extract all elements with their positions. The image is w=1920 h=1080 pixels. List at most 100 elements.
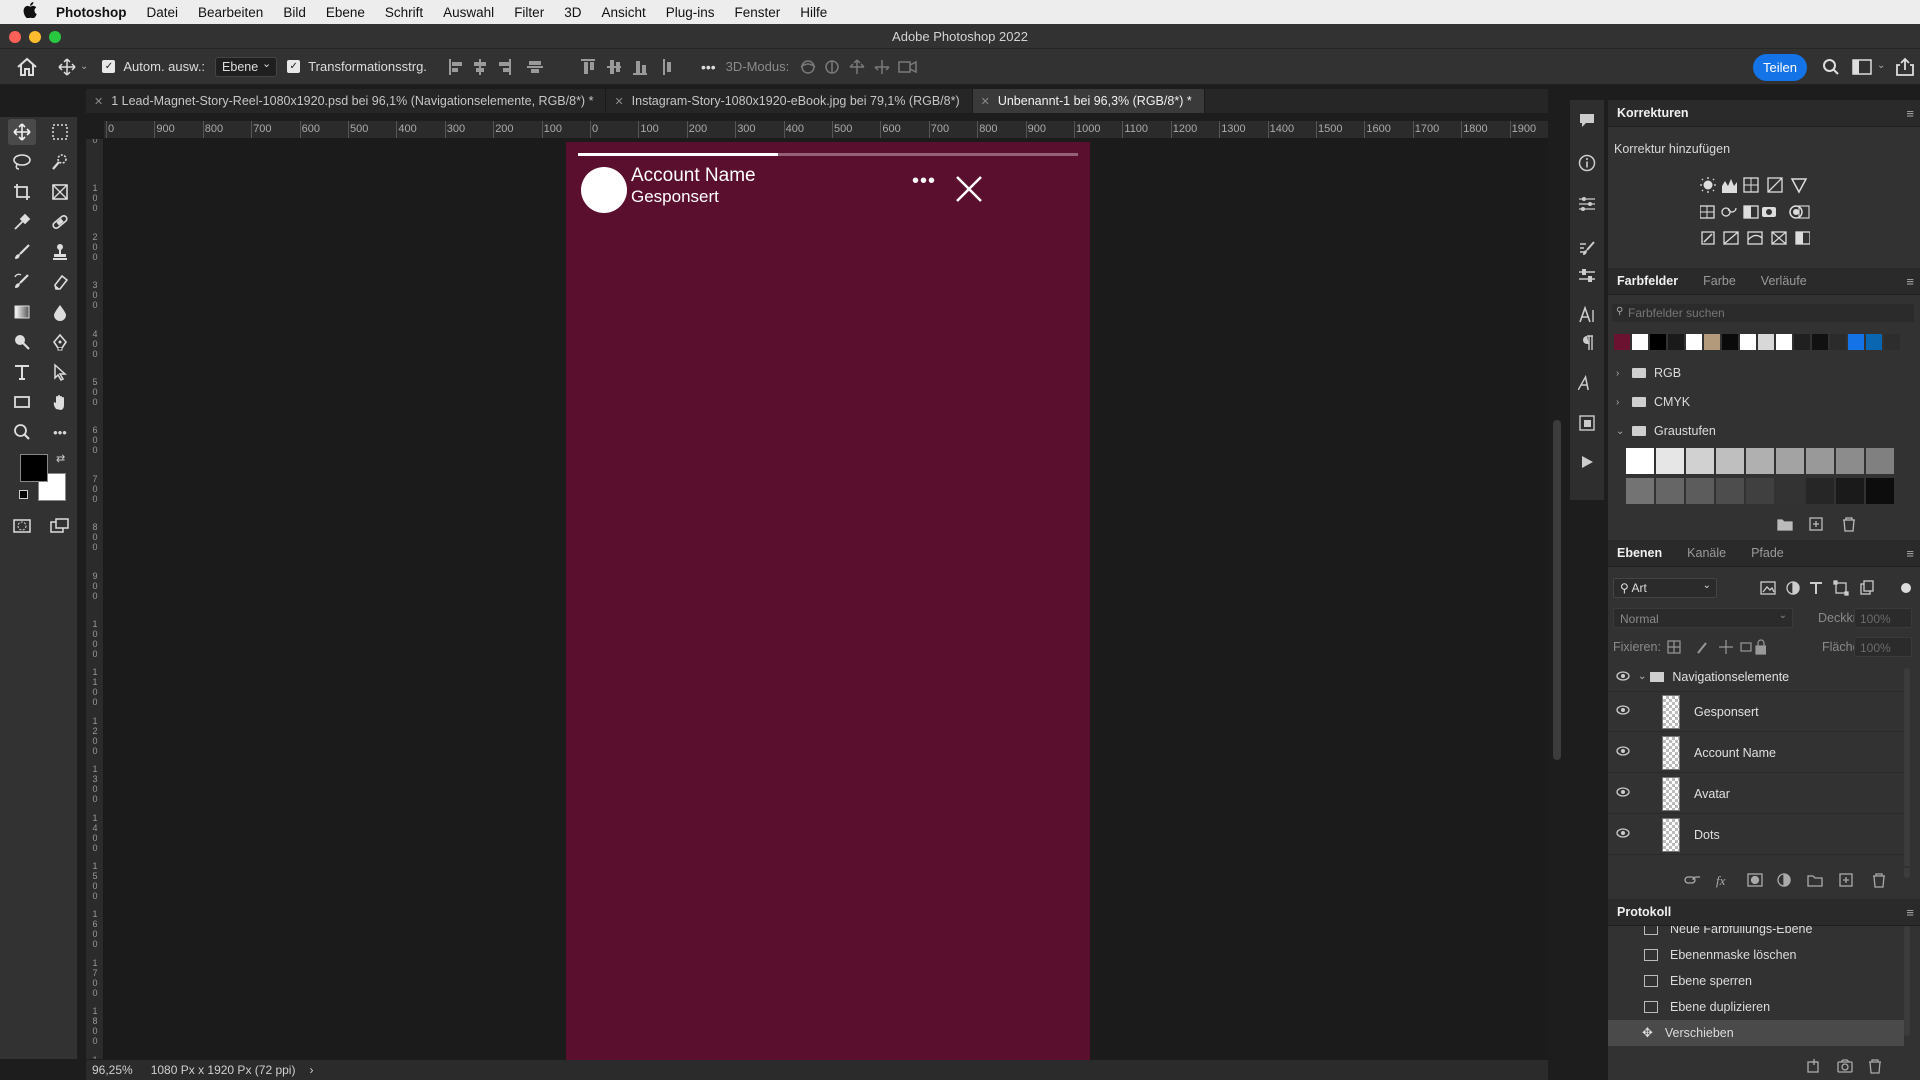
gray-swatch[interactable]	[1836, 478, 1864, 504]
panel-menu-icon[interactable]: ≡	[1906, 905, 1914, 920]
tab-farbfelder[interactable]: Farbfelder	[1617, 274, 1678, 288]
frame-tool[interactable]	[46, 179, 74, 205]
swatch-folder-cmyk[interactable]: › CMYK	[1616, 395, 1690, 409]
screen-mode-icon[interactable]	[46, 513, 74, 539]
history-item[interactable]: Ebene sperren	[1608, 968, 1904, 994]
gray-swatch[interactable]	[1806, 478, 1834, 504]
korrekturen-tab[interactable]: Korrekturen	[1617, 106, 1689, 120]
home-icon[interactable]	[16, 57, 38, 77]
color-swatch[interactable]	[1794, 334, 1810, 350]
vertical-scrollbar[interactable]	[1553, 420, 1561, 760]
history-item-current[interactable]: ✥ Verschieben	[1608, 1020, 1904, 1046]
color-swatch[interactable]	[1650, 334, 1666, 350]
share-icon[interactable]	[1895, 57, 1915, 80]
menu-ansicht[interactable]: Ansicht	[601, 5, 645, 20]
gray-swatch[interactable]	[1626, 478, 1654, 504]
quick-mask-icon[interactable]	[8, 513, 36, 539]
blur-tool[interactable]	[46, 299, 74, 325]
gray-swatch[interactable]	[1656, 448, 1684, 474]
gray-swatch[interactable]	[1746, 478, 1774, 504]
color-swatch[interactable]	[1812, 334, 1828, 350]
menu-photoshop[interactable]: Photoshop	[56, 5, 127, 20]
gray-swatch[interactable]	[1866, 448, 1894, 474]
panel-menu-icon[interactable]: ≡	[1906, 106, 1914, 121]
align-left-icon[interactable]	[448, 58, 557, 75]
menu-hilfe[interactable]: Hilfe	[800, 5, 827, 20]
visibility-eye-icon[interactable]	[1608, 705, 1638, 718]
color-swatch[interactable]	[1632, 334, 1648, 350]
gray-swatch[interactable]	[1686, 448, 1714, 474]
menu-3d[interactable]: 3D	[564, 5, 581, 20]
dodge-tool[interactable]	[8, 329, 36, 355]
color-swatch[interactable]	[1848, 334, 1864, 350]
menu-filter[interactable]: Filter	[514, 5, 544, 20]
gray-swatch[interactable]	[1656, 478, 1684, 504]
crop-tool[interactable]	[8, 179, 36, 205]
color-swatch[interactable]	[1668, 334, 1684, 350]
default-colors-icon[interactable]	[19, 490, 28, 499]
eyedropper-tool[interactable]	[8, 209, 36, 235]
layer-item[interactable]: Dots	[1608, 815, 1904, 855]
swatches-search[interactable]: ⚲	[1612, 304, 1914, 322]
gray-swatch[interactable]	[1836, 448, 1864, 474]
color-swatch[interactable]	[1686, 334, 1702, 350]
rectangle-tool[interactable]	[8, 389, 36, 415]
panel-menu-icon[interactable]: ≡	[1906, 546, 1914, 561]
workspace-icon[interactable]	[1852, 59, 1872, 78]
link-layers-icon[interactable]: fx	[1684, 872, 1908, 888]
layer-group-navigationselemente[interactable]: ⌄ Navigationselemente	[1608, 662, 1904, 692]
gray-swatch[interactable]	[1686, 478, 1714, 504]
foreground-color-front[interactable]	[20, 454, 48, 482]
color-swatch[interactable]	[1830, 334, 1846, 350]
auto-select-target-dropdown[interactable]: Ebene	[215, 56, 278, 77]
workspace-chevron-icon[interactable]: ⌄	[1877, 60, 1885, 71]
visibility-eye-icon[interactable]	[1608, 670, 1638, 684]
menu-schrift[interactable]: Schrift	[385, 5, 423, 20]
comments-icon[interactable]	[1577, 112, 1597, 132]
menu-auswahl[interactable]: Auswahl	[443, 5, 494, 20]
swatch-folder-graustufen[interactable]: ⌄ Graustufen	[1616, 424, 1716, 438]
new-document-from-state-icon[interactable]	[1806, 1058, 1906, 1074]
gray-swatch[interactable]	[1806, 448, 1834, 474]
marquee-tool[interactable]	[46, 119, 74, 145]
share-button[interactable]: Teilen	[1753, 54, 1807, 81]
gradient-tool[interactable]	[8, 299, 36, 325]
play-actions-icon[interactable]	[1577, 454, 1597, 474]
tab-lead-magnet[interactable]: ✕ 1 Lead-Magnet-Story-Reel-1080x1920.psd …	[86, 89, 607, 113]
menu-fenster[interactable]: Fenster	[735, 5, 781, 20]
account-name-text[interactable]: Account Name	[631, 165, 756, 187]
zoom-level[interactable]: 96,25%	[92, 1063, 133, 1077]
history-item[interactable]: Ebenenmaske löschen	[1608, 942, 1904, 968]
move-tool[interactable]	[8, 119, 36, 145]
layer-item[interactable]: Account Name	[1608, 733, 1904, 773]
gray-swatch[interactable]	[1866, 478, 1894, 504]
color-swatch[interactable]	[1704, 334, 1720, 350]
layer-filter-dropdown[interactable]: ⚲ Art ⌄	[1613, 578, 1717, 598]
story-artboard[interactable]: Account Name Gesponsert •••	[566, 142, 1090, 1062]
tool-preset-chevron-icon[interactable]: ⌄	[80, 61, 88, 72]
gray-swatch[interactable]	[1626, 448, 1654, 474]
menu-datei[interactable]: Datei	[147, 5, 179, 20]
menu-bild[interactable]: Bild	[283, 5, 306, 20]
visibility-eye-icon[interactable]	[1608, 746, 1638, 759]
tab-ebenen[interactable]: Ebenen	[1617, 546, 1662, 560]
align-top-icon[interactable]	[580, 58, 681, 75]
menu-plugins[interactable]: Plug-ins	[666, 5, 715, 20]
dots-menu-icon[interactable]: •••	[912, 170, 936, 193]
fill-input[interactable]: 100%	[1854, 637, 1912, 657]
history-scrollbar[interactable]	[1904, 926, 1910, 1036]
close-icon[interactable]	[954, 174, 984, 204]
gray-swatch[interactable]	[1746, 448, 1774, 474]
close-window-button[interactable]	[9, 31, 21, 43]
color-swatch[interactable]	[1866, 334, 1882, 350]
layer-item[interactable]: Avatar	[1608, 774, 1904, 814]
move-tool-icon[interactable]	[58, 57, 76, 76]
color-swatch[interactable]	[1884, 334, 1900, 350]
zoom-window-button[interactable]	[49, 31, 61, 43]
close-tab-icon[interactable]: ✕	[981, 95, 990, 108]
close-tab-icon[interactable]: ✕	[614, 95, 623, 108]
brush-tool[interactable]	[8, 239, 36, 265]
tab-unbenannt[interactable]: ✕ Unbenannt-1 bei 96,3% (RGB/8*) *	[972, 89, 1205, 113]
eraser-tool[interactable]	[46, 269, 74, 295]
swatch-folder-rgb[interactable]: › RGB	[1616, 366, 1681, 380]
